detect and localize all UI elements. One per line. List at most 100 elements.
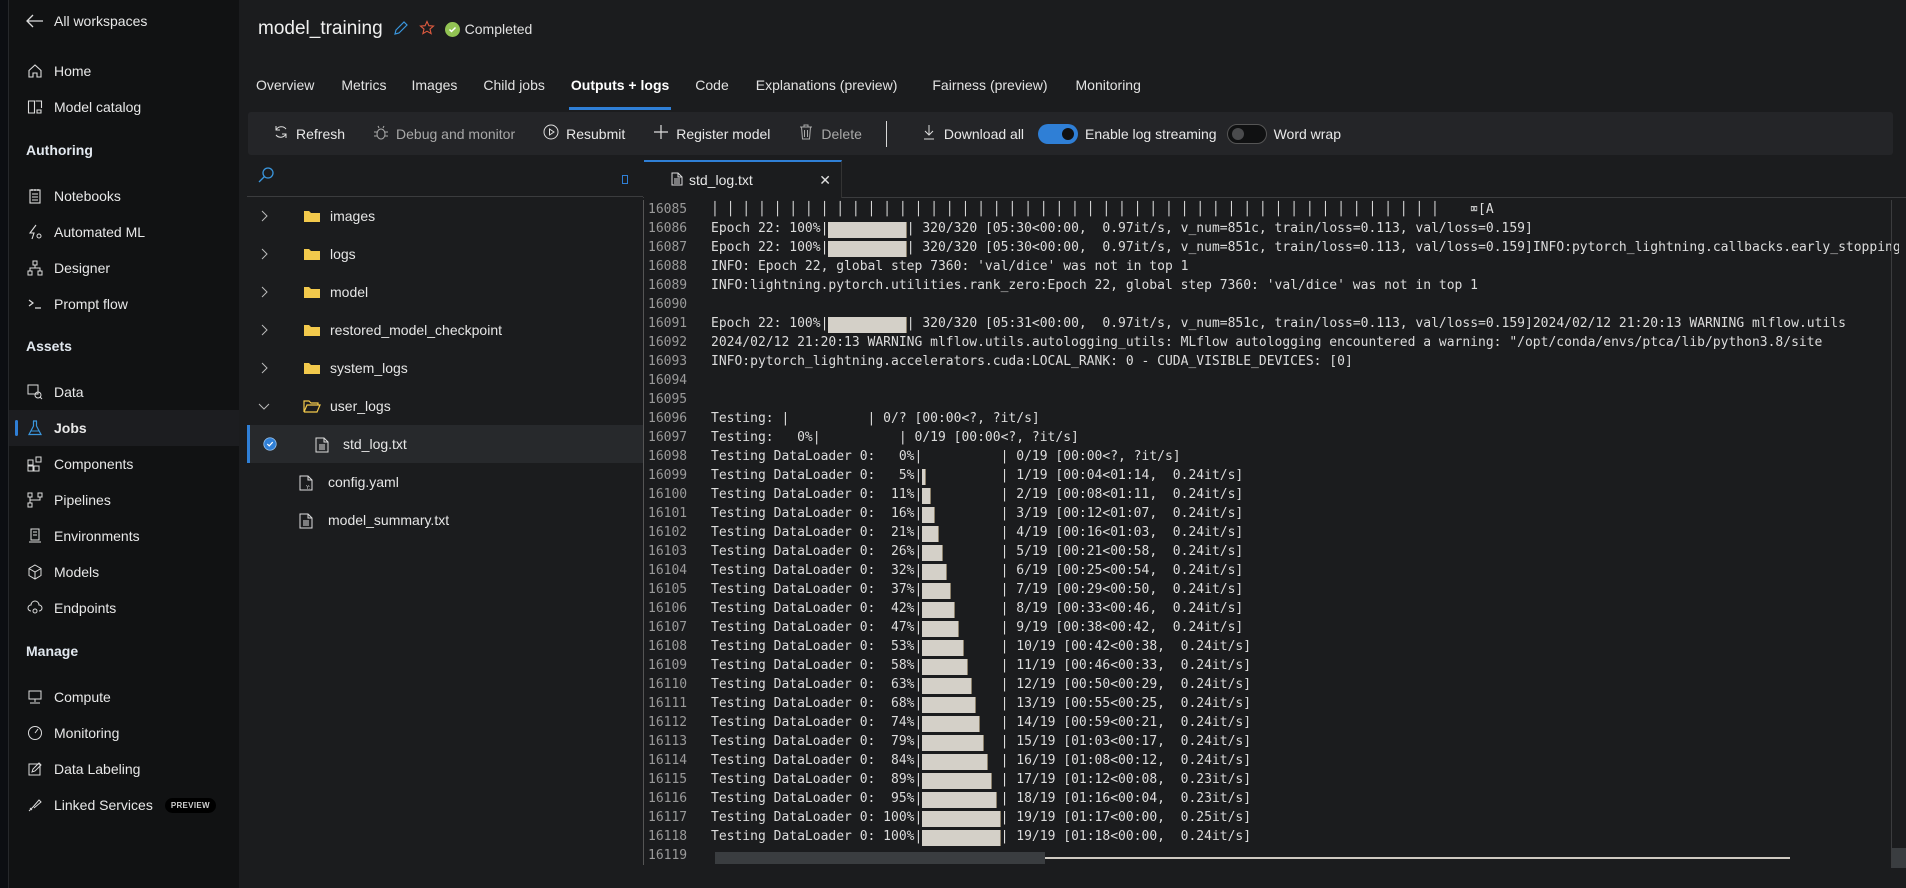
log-prefix: Testing DataLoader 0: 11%| [711, 487, 923, 502]
tree-search-bar[interactable] [247, 160, 644, 197]
progress-bar-fill [922, 773, 992, 789]
tree-item-restored-model-checkpoint[interactable]: restored_model_checkpoint [247, 311, 644, 349]
compute-icon [26, 688, 44, 706]
line-number: 16097 [643, 428, 697, 447]
all-workspaces-link[interactable]: All workspaces [26, 10, 147, 32]
tab-monitoring[interactable]: Monitoring [1076, 72, 1141, 104]
register-model-button[interactable]: Register model [653, 124, 770, 143]
tree-item-config-yaml[interactable]: Y: config.yaml [247, 463, 644, 501]
chevron-right-icon[interactable] [257, 209, 271, 223]
horizontal-scrollbar[interactable] [715, 852, 1045, 864]
log-suffix: | 3/19 [00:12<01:07, 0.24it/s] [1000, 506, 1244, 521]
tree-item-label: std_log.txt [343, 436, 407, 452]
tree-item-logs[interactable]: logs [247, 235, 644, 273]
log-prefix: Testing DataLoader 0: 53%| [711, 639, 923, 654]
sidebar-item-linked-services[interactable]: Linked Services PREVIEW [9, 787, 239, 823]
sidebar-item-label: Monitoring [54, 725, 120, 741]
tab-code[interactable]: Code [695, 72, 728, 104]
editor-tab-std-log[interactable]: std_log.txt ✕ [644, 160, 842, 198]
delete-button[interactable]: Delete [798, 124, 862, 143]
log-line: 16098 Testing DataLoader 0: 0%| | 0/19 [00… [643, 447, 1899, 466]
log-suffix: | 19/19 [01:18<00:00, 0.24it/s] [1000, 829, 1252, 844]
log-suffix: | 13/19 [00:55<00:25, 0.24it/s] [1000, 696, 1252, 711]
endpoints-icon [26, 599, 44, 617]
debug-monitor-label: Debug and monitor [396, 125, 516, 142]
log-line: 16111 Testing DataLoader 0: 68%| | 13/19 [… [643, 694, 1899, 713]
log-prefix: Testing DataLoader 0: 37%| [711, 582, 923, 597]
log-suffix: | 9/19 [00:38<00:42, 0.24it/s] [1000, 620, 1244, 635]
progress-bar-fill [922, 697, 976, 713]
progress-bar-fill [922, 583, 952, 599]
tab-overview[interactable]: Overview [256, 72, 314, 104]
tab-metrics[interactable]: Metrics [341, 72, 386, 104]
chevron-right-icon[interactable] [257, 285, 271, 299]
vertical-scrollbar-thumb[interactable] [1892, 848, 1906, 868]
chevron-right-icon[interactable] [257, 247, 271, 261]
sidebar-item-prompt-flow[interactable]: Prompt flow [9, 286, 239, 322]
sidebar-item-monitoring[interactable]: Monitoring [9, 715, 239, 751]
progress-bar-fill [828, 241, 907, 257]
log-line: 16106 Testing DataLoader 0: 42%| | 8/19 [0… [643, 599, 1899, 618]
chevron-right-icon[interactable] [257, 361, 271, 375]
log-text: Testing DataLoader 0: 5%| | 1/19 [00:04<0… [697, 466, 1243, 485]
sidebar-item-data[interactable]: Data [9, 374, 239, 410]
tree-item-std-log-txt[interactable]: std_log.txt [247, 425, 644, 463]
tab-explanations[interactable]: Explanations (preview) [756, 72, 898, 104]
favorite-star-icon[interactable] [418, 19, 435, 39]
chevron-down-icon[interactable] [257, 399, 271, 413]
sidebar-item-models[interactable]: Models [9, 554, 239, 590]
sidebar-item-environments[interactable]: Environments [9, 518, 239, 554]
sidebar-item-compute[interactable]: Compute [9, 679, 239, 715]
edit-title-icon[interactable] [393, 20, 409, 39]
line-number: 16114 [643, 751, 697, 770]
tab-child-jobs[interactable]: Child jobs [483, 72, 544, 104]
resubmit-button[interactable]: Resubmit [543, 124, 625, 143]
sidebar-item-components[interactable]: Components [9, 446, 239, 482]
log-streaming-toggle[interactable] [1038, 123, 1079, 144]
sidebar-item-designer[interactable]: Designer [9, 250, 239, 286]
sidebar-item-jobs[interactable]: Jobs [9, 410, 239, 446]
sidebar-item-data-labeling[interactable]: Data Labeling [9, 751, 239, 787]
tab-images[interactable]: Images [411, 72, 457, 104]
progress-bar-fill [922, 830, 1001, 846]
tree-item-label: model [330, 284, 369, 300]
tree-item-model[interactable]: model [247, 273, 644, 311]
log-line: 16114 Testing DataLoader 0: 84%| | 16/19 [… [643, 751, 1899, 770]
log-suffix: | 320/320 [05:30<00:00, 0.97it/s, v_num=… [906, 221, 1533, 236]
tab-outputs-logs[interactable]: Outputs + logs [568, 72, 672, 110]
checkmark-circle-icon[interactable] [263, 437, 277, 451]
log-line: 16117 Testing DataLoader 0: 100%| | 19/19 … [643, 808, 1899, 827]
log-suffix: | 15/19 [01:03<00:17, 0.24it/s] [1000, 734, 1252, 749]
refresh-button[interactable]: Refresh [273, 124, 345, 143]
log-prefix: Testing DataLoader 0: 16%| [711, 506, 923, 521]
tab-fairness[interactable]: Fairness (preview) [932, 72, 1047, 104]
download-all-button[interactable]: Download all [921, 124, 1024, 143]
tree-item-model-summary-txt[interactable]: model_summary.txt [247, 501, 644, 539]
chevron-right-icon[interactable] [257, 323, 271, 337]
prompt-flow-icon [26, 295, 44, 313]
progress-bar-fill [828, 317, 907, 333]
sidebar-item-endpoints[interactable]: Endpoints [9, 590, 239, 626]
vertical-scrollbar[interactable] [1891, 200, 1906, 868]
debug-monitor-button[interactable]: Debug and monitor [373, 124, 515, 143]
sidebar-item-automated-ml[interactable]: Automated ML [9, 214, 239, 250]
log-prefix: Testing DataLoader 0: 100%| [711, 829, 923, 844]
close-tab-icon[interactable]: ✕ [819, 172, 831, 189]
word-wrap-toggle[interactable] [1226, 123, 1267, 144]
log-text: Testing DataLoader 0: 0%| | 0/19 [00:00<?… [697, 447, 1181, 466]
log-prefix: Testing DataLoader 0: 42%| [711, 601, 923, 616]
sidebar-item-notebooks[interactable]: Notebooks [9, 178, 239, 214]
log-line: 16085 │ │ │ │ │ │ │ │ │ │ │ │ │ │ │ │ │ │… [643, 200, 1899, 219]
cube-icon [26, 563, 44, 581]
collapse-all-icon[interactable] [622, 175, 628, 184]
tree-item-system-logs[interactable]: system_logs [247, 349, 644, 387]
search-icon[interactable] [257, 166, 275, 187]
tree-item-images[interactable]: images [247, 197, 644, 235]
log-text: 2024/02/12 21:20:13 WARNING mlflow.utils… [711, 335, 1823, 350]
tree-item-user-logs[interactable]: user_logs [247, 387, 644, 425]
sidebar-item-home[interactable]: Home [9, 53, 239, 89]
log-text: Testing DataLoader 0: 100%| | 19/19 [01:1… [697, 827, 1251, 846]
progress-bar-fill [922, 792, 997, 808]
sidebar-item-model-catalog[interactable]: Model catalog [9, 89, 239, 125]
sidebar-item-pipelines[interactable]: Pipelines [9, 482, 239, 518]
